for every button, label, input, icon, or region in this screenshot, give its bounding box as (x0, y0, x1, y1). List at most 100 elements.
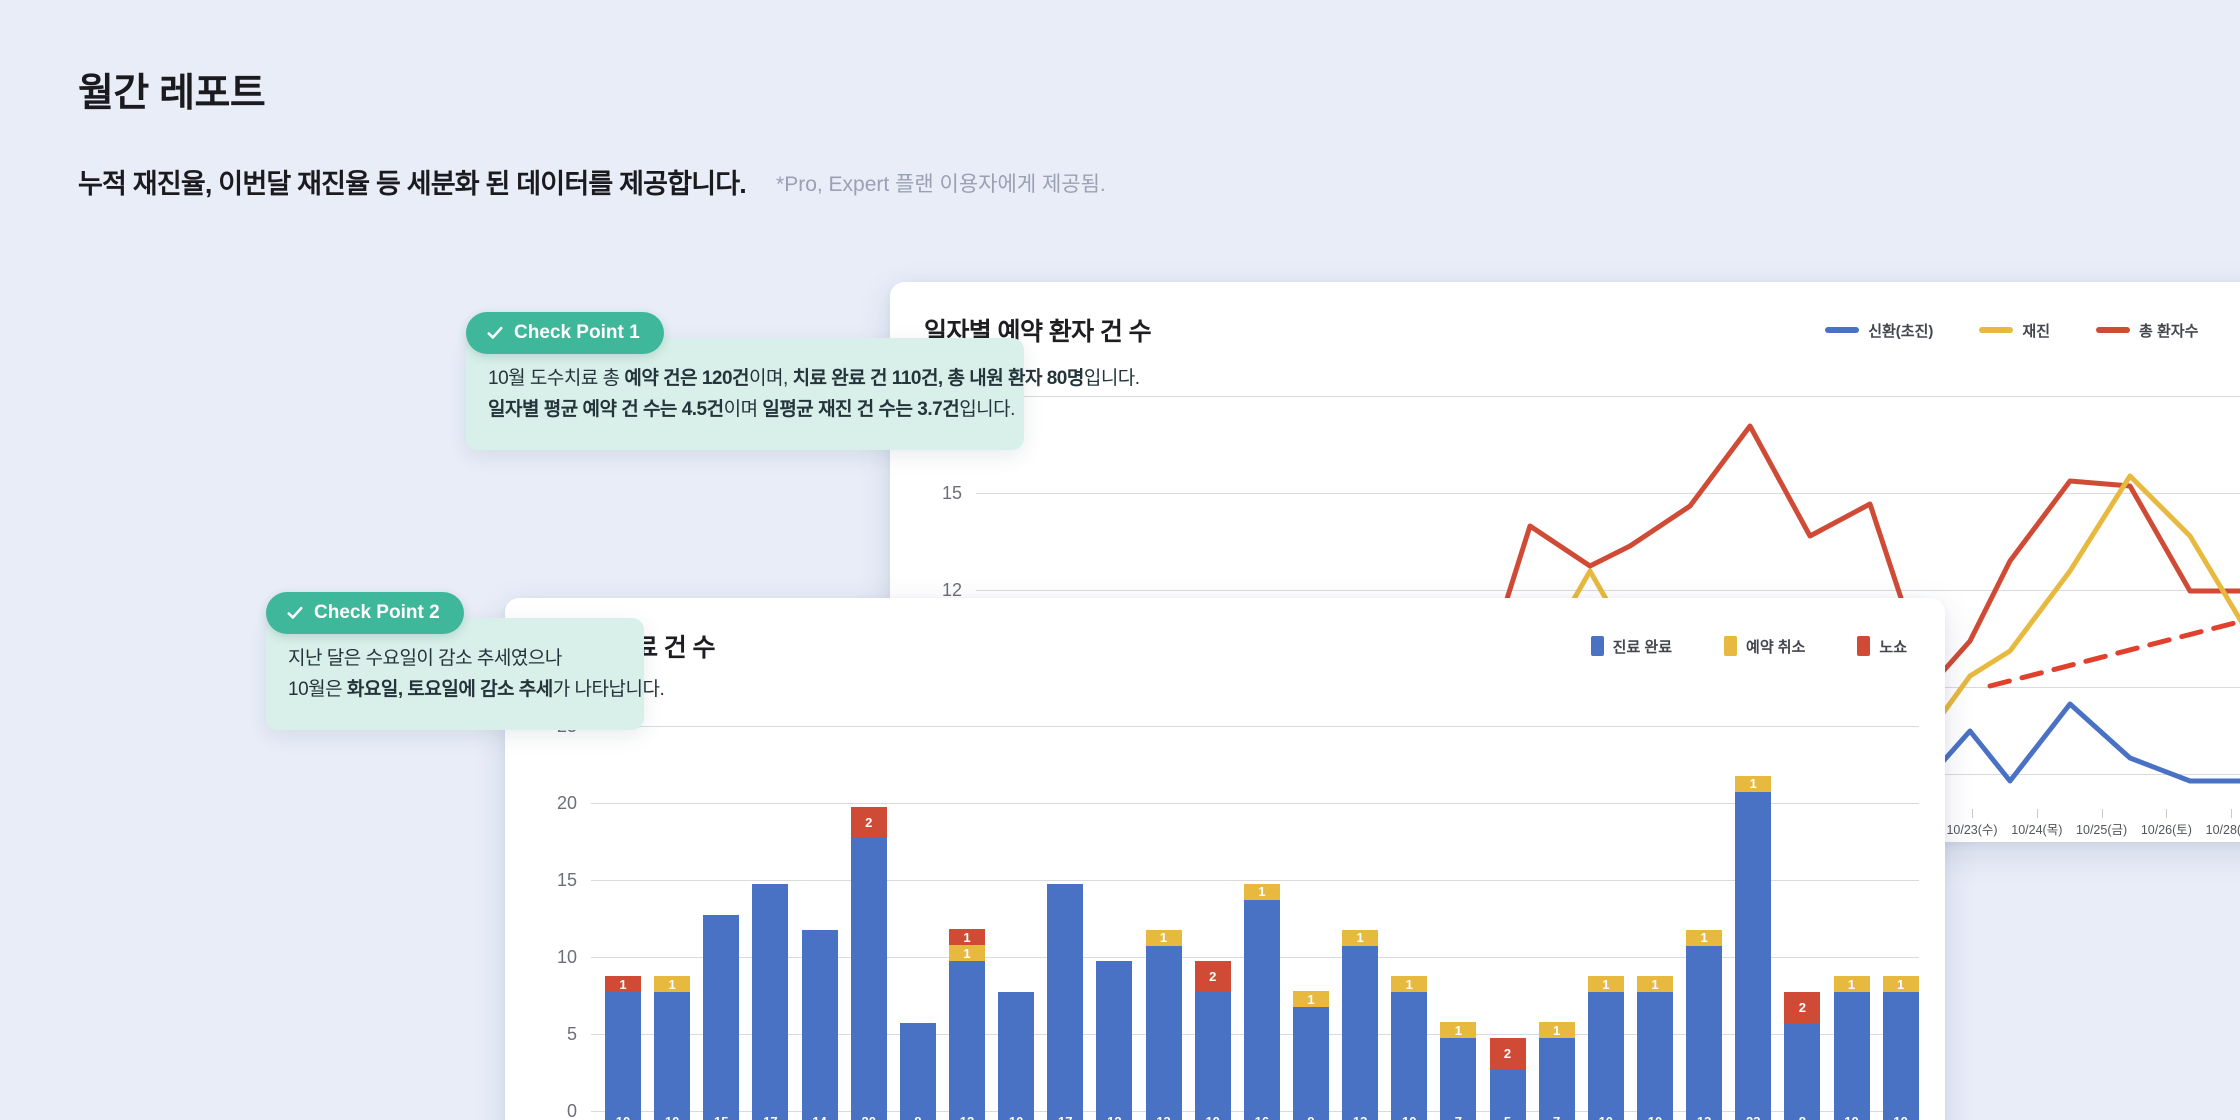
x-tick: 10/24(목) (2011, 809, 2062, 838)
bar-column[interactable]: 1 10 (1882, 976, 1919, 1120)
legend-item-new-patient[interactable]: 신환(초진) (1825, 320, 1933, 341)
bar-segment-noshow[interactable]: 2 (1194, 961, 1231, 992)
bar-segment-completed[interactable]: 7 (1440, 1038, 1477, 1120)
bar-segment-noshow[interactable]: 2 (850, 807, 887, 838)
legend-swatch-icon (1857, 636, 1871, 656)
bar-segment-completed[interactable]: 14 (801, 930, 838, 1120)
bar-segment-completed[interactable]: 10 (1194, 992, 1231, 1120)
top-chart-legend: 신환(초진) 재진 총 환자수 선형 (1825, 320, 2240, 341)
bar-column[interactable]: 1 13 (1686, 929, 1723, 1120)
legend-item-noshow[interactable]: 노쇼 (1857, 636, 1907, 657)
bar-column[interactable]: 19 (1292, 991, 1329, 1120)
bar-value-label: 2 (865, 815, 873, 831)
bar-segment-completed[interactable]: 10 (998, 992, 1035, 1120)
bar-segment-completed[interactable]: 10 (1882, 992, 1919, 1120)
bar-segment-cancelled[interactable]: 1 (1538, 1022, 1575, 1039)
bar-segment-cancelled[interactable]: 1 (1243, 883, 1280, 900)
bar-segment-completed[interactable]: 23 (1735, 791, 1772, 1120)
bar-column[interactable]: 1 10 (1636, 976, 1673, 1120)
bar-column[interactable]: 1 10 (654, 976, 691, 1120)
bar-value-label: 10 (1599, 1115, 1613, 1120)
bar-segment-completed[interactable]: 10 (1833, 992, 1870, 1120)
bar-column[interactable]: 2 20 (850, 807, 887, 1120)
bar-segment-completed[interactable]: 12 (1096, 961, 1133, 1120)
bar-column[interactable]: 17 (1538, 1022, 1575, 1120)
legend-item-completed[interactable]: 진료 완료 (1590, 636, 1672, 657)
bottom-chart-plot: 25 20 15 10 5 (539, 716, 1919, 1120)
bar-segment-cancelled[interactable]: 1 (1587, 976, 1624, 992)
bar-segment-completed[interactable]: 13 (1686, 945, 1723, 1120)
bar-column[interactable]: 17 (1440, 1022, 1477, 1120)
legend-line-icon (1979, 327, 2014, 333)
bottom-chart-header: 일자별 치료 건 수 진료 완료 예약 취소 노쇼 (539, 628, 1911, 664)
bar-segment-completed[interactable]: 16 (1243, 899, 1280, 1120)
legend-label: 노쇼 (1879, 638, 1907, 656)
bar-segment-cancelled[interactable]: 1 (1292, 991, 1329, 1008)
legend-item-cancelled[interactable]: 예약 취소 (1724, 636, 1805, 657)
bar-segment-cancelled[interactable]: 1 (1342, 929, 1379, 946)
bar-segment-completed[interactable]: 10 (654, 992, 691, 1120)
bar-segment-cancelled[interactable]: 1 (948, 945, 985, 962)
bar-segment-completed[interactable]: 10 (605, 992, 641, 1120)
bar-segment-completed[interactable]: 15 (703, 915, 740, 1120)
bar-column[interactable]: 1 10 (1391, 976, 1428, 1120)
bar-column[interactable]: 1 10 (605, 976, 641, 1120)
bar-column[interactable]: 1 13 (1145, 929, 1182, 1120)
bar-value-label: 13 (1353, 1115, 1367, 1120)
bar-segment-completed[interactable]: 10 (1636, 992, 1673, 1120)
bar-segment-completed[interactable]: 10 (1587, 992, 1624, 1120)
bar-segment-completed[interactable]: 12 (948, 961, 985, 1120)
bar-value-label: 10 (1205, 1115, 1219, 1120)
bar-segment-cancelled[interactable]: 1 (1391, 976, 1428, 992)
bar-segment-completed[interactable]: 17 (1047, 884, 1084, 1120)
bar-segment-cancelled[interactable]: 1 (1145, 929, 1182, 946)
bar-segment-completed[interactable]: 8 (1784, 1022, 1821, 1120)
bar-segment-completed[interactable]: 13 (1145, 945, 1182, 1120)
bar-segment-completed[interactable]: 17 (752, 884, 789, 1120)
bar-column[interactable]: 1 10 (1587, 976, 1624, 1120)
bar-column[interactable]: 10 (998, 992, 1035, 1120)
bar-segment-noshow[interactable]: 1 (605, 976, 641, 992)
bar-column[interactable]: 8 (899, 1022, 936, 1120)
legend-swatch-icon (1724, 636, 1738, 656)
bar-segment-completed[interactable]: 8 (899, 1022, 936, 1120)
check-point-1-badge[interactable]: Check Point 1 (466, 312, 664, 354)
bar-value-label: 16 (1255, 1115, 1269, 1120)
bar-segment-cancelled[interactable]: 1 (1686, 929, 1723, 946)
bar-column[interactable]: 12 (1096, 961, 1133, 1120)
check-point-2-badge[interactable]: Check Point 2 (266, 592, 464, 634)
bar-value-label: 10 (1893, 1115, 1907, 1120)
bar-segment-cancelled[interactable]: 1 (654, 976, 691, 992)
bar-column[interactable]: 25 (1489, 1038, 1526, 1120)
legend-item-total-patients[interactable]: 총 환자수 (2096, 320, 2198, 341)
bar-segment-completed[interactable]: 13 (1342, 945, 1379, 1120)
bar-column[interactable]: 1 10 (1833, 976, 1870, 1120)
bar-segment-completed[interactable]: 5 (1489, 1069, 1526, 1120)
bar-column[interactable]: 17 (752, 884, 789, 1120)
bar-value-label: 5 (1504, 1115, 1511, 1120)
bar-segment-completed[interactable]: 9 (1292, 1007, 1329, 1120)
bar-segment-cancelled[interactable]: 1 (1833, 976, 1870, 992)
bar-segment-cancelled[interactable]: 1 (1636, 976, 1673, 992)
bar-segment-noshow[interactable]: 2 (1784, 992, 1821, 1023)
bar-column[interactable]: 28 (1784, 992, 1821, 1120)
bar-segment-cancelled[interactable]: 1 (1735, 775, 1772, 792)
bar-segment-completed[interactable]: 10 (1391, 992, 1428, 1120)
bar-column[interactable]: 1 16 (1243, 883, 1280, 1120)
y-tick-label: 10 (556, 947, 577, 967)
bar-column[interactable]: 14 (801, 930, 838, 1120)
bar-segment-completed[interactable]: 7 (1538, 1038, 1575, 1120)
bar-column[interactable]: 11 12 (948, 929, 985, 1120)
bar-column[interactable]: 17 (1047, 884, 1084, 1120)
legend-item-revisit[interactable]: 재진 (1979, 320, 2050, 341)
bar-column[interactable]: 1 23 (1735, 775, 1772, 1120)
bar-segment-noshow[interactable]: 1 (948, 929, 985, 946)
bar-value-label: 1 (963, 945, 971, 961)
bar-segment-noshow[interactable]: 2 (1489, 1038, 1526, 1069)
bar-segment-completed[interactable]: 20 (850, 838, 887, 1120)
bar-column[interactable]: 15 (703, 915, 740, 1120)
bar-segment-cancelled[interactable]: 1 (1882, 976, 1919, 992)
bar-segment-cancelled[interactable]: 1 (1440, 1022, 1477, 1039)
bar-column[interactable]: 2 10 (1194, 961, 1231, 1120)
bar-column[interactable]: 1 13 (1342, 929, 1379, 1120)
